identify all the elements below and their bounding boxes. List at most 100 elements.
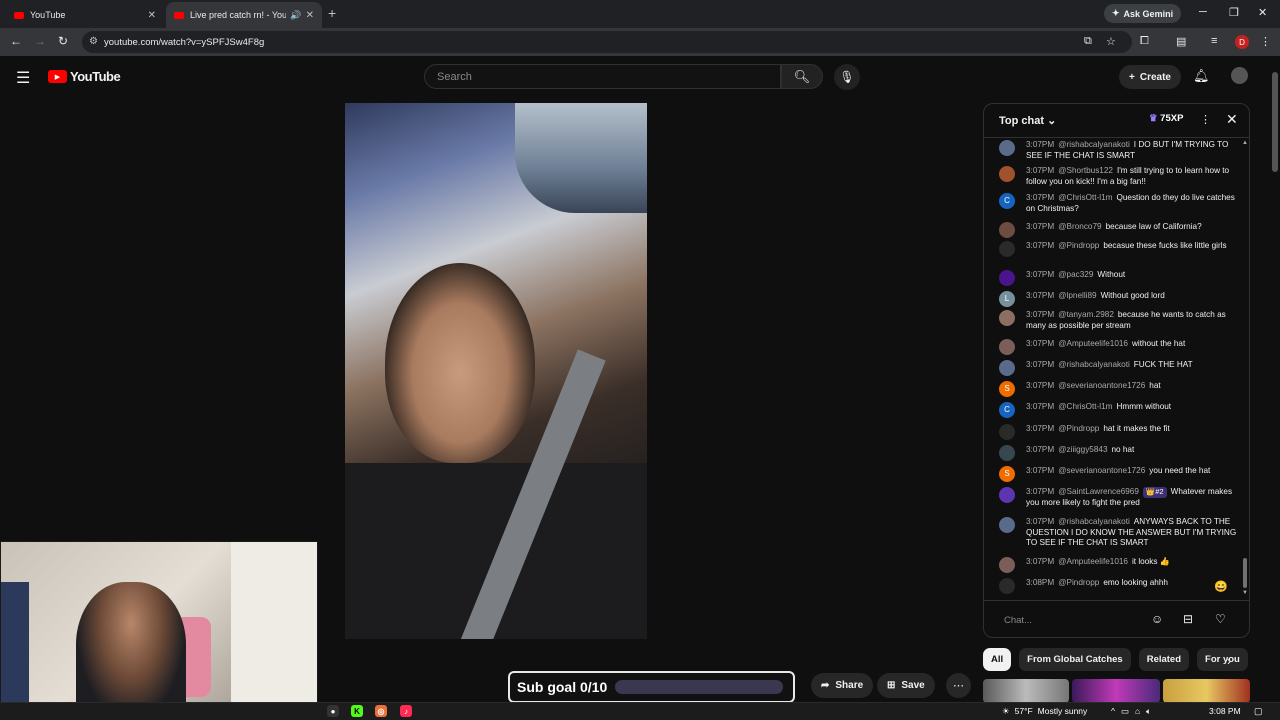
- video-thumbnail[interactable]: [983, 679, 1069, 703]
- battery-icon[interactable]: ▭: [1121, 706, 1129, 717]
- filter-chip[interactable]: From Global Catches: [1019, 648, 1131, 671]
- chat-username[interactable]: @pac329: [1058, 270, 1093, 279]
- chat-avatar[interactable]: C: [999, 193, 1015, 209]
- chat-input[interactable]: [1004, 611, 1144, 629]
- side-panel-icon[interactable]: ▤: [1176, 35, 1186, 48]
- video-thumbnail[interactable]: [1163, 679, 1250, 703]
- chat-avatar[interactable]: C: [999, 402, 1015, 418]
- chat-avatar[interactable]: [999, 487, 1015, 503]
- youtube-logo[interactable]: ▶ YouTube: [48, 69, 121, 84]
- voice-search-button[interactable]: 🎙︎: [834, 64, 860, 90]
- chat-avatar[interactable]: [999, 557, 1015, 573]
- page-scrollbar[interactable]: [1270, 56, 1280, 702]
- reload-icon[interactable]: ↻: [58, 34, 68, 48]
- notification-icon[interactable]: ▢: [1254, 706, 1263, 717]
- account-avatar[interactable]: [1231, 67, 1248, 84]
- chat-username[interactable]: @Amputeelife1016: [1058, 557, 1128, 566]
- minimize-icon[interactable]: ─: [1199, 6, 1207, 18]
- browser-tab-youtube[interactable]: YouTube ✕: [6, 2, 164, 28]
- bell-icon[interactable]: 🔔︎: [1193, 68, 1210, 84]
- chevron-right-icon[interactable]: ›: [1227, 654, 1231, 668]
- chat-avatar[interactable]: [999, 339, 1015, 355]
- chat-username[interactable]: @lpnelli89: [1058, 291, 1096, 300]
- share-button[interactable]: ➦ Share: [811, 673, 874, 698]
- obs-icon[interactable]: ●: [327, 705, 339, 717]
- chat-avatar[interactable]: S: [999, 466, 1015, 482]
- chat-avatar[interactable]: [999, 517, 1015, 533]
- chat-username[interactable]: @Bronco79: [1058, 222, 1101, 231]
- browser-tab-live[interactable]: Live pred catch rn! - YouTub 🔊 ✕: [166, 2, 322, 28]
- save-button[interactable]: ⊞ Save: [877, 673, 935, 698]
- forward-icon[interactable]: →: [34, 34, 46, 48]
- chat-username[interactable]: @ziiiggy5843: [1058, 445, 1107, 454]
- ask-gemini-button[interactable]: ✦ Ask Gemini: [1104, 4, 1182, 23]
- chat-menu-icon[interactable]: ⋮: [1200, 113, 1211, 126]
- chat-avatar[interactable]: L: [999, 291, 1015, 307]
- chat-username[interactable]: @rishabcalyanakoti: [1058, 140, 1130, 149]
- chat-username[interactable]: @Pindropp: [1058, 578, 1099, 587]
- chat-scroll-thumb[interactable]: [1243, 558, 1247, 588]
- chat-username[interactable]: @Amputeelife1016: [1058, 339, 1128, 348]
- chat-avatar[interactable]: [999, 578, 1015, 594]
- clock[interactable]: 3:08 PM: [1209, 706, 1241, 716]
- chat-username[interactable]: @Pindropp: [1058, 424, 1099, 433]
- close-window-icon[interactable]: ✕: [1258, 6, 1267, 19]
- media-control-icon[interactable]: ≡: [1211, 35, 1217, 47]
- chat-scrollbar[interactable]: ▲ ▼: [1241, 140, 1249, 598]
- close-tab-icon[interactable]: ✕: [306, 10, 314, 21]
- kick-icon[interactable]: K: [351, 705, 363, 717]
- chat-avatar[interactable]: [999, 424, 1015, 440]
- chat-avatar[interactable]: [999, 166, 1015, 182]
- site-info-icon[interactable]: ⚙: [89, 36, 98, 47]
- tiktok-icon[interactable]: ♪: [400, 705, 412, 717]
- chat-username[interactable]: @rishabcalyanakoti: [1058, 360, 1130, 369]
- restore-icon[interactable]: ❐: [1229, 6, 1239, 19]
- back-icon[interactable]: ←: [10, 34, 22, 48]
- scroll-up-icon[interactable]: ▲: [1242, 140, 1248, 146]
- chat-username[interactable]: @tanyam.2982: [1058, 310, 1114, 319]
- network-icon[interactable]: ⌂: [1135, 706, 1140, 717]
- volume-icon[interactable]: 🔈︎: [1146, 706, 1151, 717]
- app-icon[interactable]: ◎: [375, 705, 387, 717]
- chat-username[interactable]: @severianoantone1726: [1058, 466, 1145, 475]
- more-actions-button[interactable]: ⋯: [946, 673, 971, 698]
- chat-avatar[interactable]: [999, 241, 1015, 257]
- chat-username[interactable]: @rishabcalyanakoti: [1058, 517, 1130, 526]
- video-player[interactable]: [345, 103, 647, 639]
- chat-avatar[interactable]: [999, 310, 1015, 326]
- filter-chip[interactable]: For you: [1197, 648, 1248, 671]
- heart-icon[interactable]: ♡: [1215, 612, 1226, 626]
- chat-username[interactable]: @Pindropp: [1058, 241, 1099, 250]
- page-scroll-thumb[interactable]: [1272, 72, 1278, 172]
- extensions-icon[interactable]: ⧠: [1140, 35, 1149, 48]
- chat-avatar[interactable]: S: [999, 381, 1015, 397]
- speaker-icon[interactable]: 🔊: [290, 10, 301, 21]
- browser-menu-icon[interactable]: ⋮: [1260, 35, 1271, 48]
- filter-chip[interactable]: All: [983, 648, 1012, 671]
- xp-badge[interactable]: ♛ 75XP: [1149, 113, 1183, 124]
- search-button[interactable]: 🔍︎: [781, 64, 823, 89]
- close-tab-icon[interactable]: ✕: [148, 10, 156, 21]
- chat-username[interactable]: @ChrisOtt-l1m: [1058, 193, 1112, 202]
- tray-chevron-icon[interactable]: ^: [1111, 706, 1115, 717]
- weather-widget[interactable]: ☀ 57°F Mostly sunny: [1002, 706, 1087, 717]
- close-chat-icon[interactable]: ✕: [1226, 111, 1238, 128]
- video-thumbnail[interactable]: [1072, 679, 1160, 703]
- chat-avatar[interactable]: [999, 222, 1015, 238]
- chat-avatar[interactable]: [999, 360, 1015, 376]
- chat-username[interactable]: @severianoantone1726: [1058, 381, 1145, 390]
- chat-avatar[interactable]: [999, 140, 1015, 156]
- emoji-icon[interactable]: ☺: [1151, 612, 1163, 626]
- super-chat-icon[interactable]: ⊟: [1183, 612, 1193, 626]
- filter-chip[interactable]: Related: [1138, 648, 1190, 671]
- create-button[interactable]: + Create: [1119, 65, 1181, 89]
- chat-username[interactable]: @SaintLawrence6969: [1058, 487, 1139, 496]
- chat-avatar[interactable]: [999, 445, 1015, 461]
- install-app-icon[interactable]: ⧉: [1084, 35, 1092, 48]
- scroll-down-icon[interactable]: ▼: [1242, 590, 1248, 596]
- menu-icon[interactable]: ☰: [16, 68, 30, 88]
- chat-username[interactable]: @Shortbus122: [1058, 166, 1113, 175]
- chat-username[interactable]: @ChrisOtt-l1m: [1058, 402, 1112, 411]
- chat-mode-dropdown[interactable]: Top chat ⌄: [999, 114, 1056, 127]
- chat-avatar[interactable]: [999, 270, 1015, 286]
